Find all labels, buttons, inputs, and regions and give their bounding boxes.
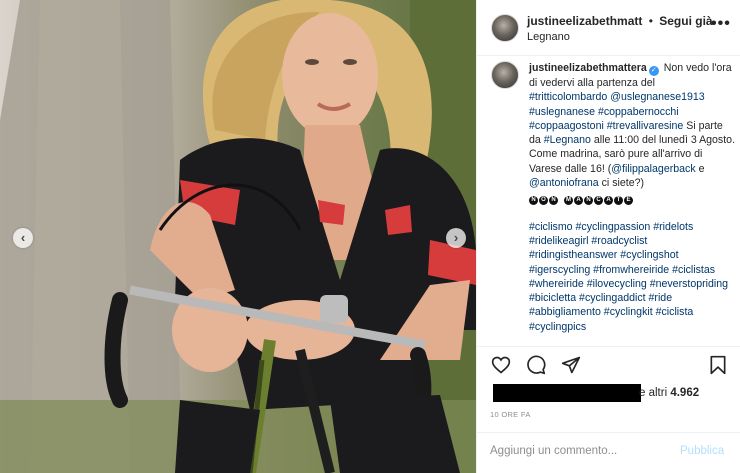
emoji-letter: O	[539, 196, 548, 206]
post-header: justineelizabethmatt • Segui già Legnano…	[477, 0, 740, 56]
hashtag-link[interactable]: #coppabernocchi	[598, 106, 679, 118]
caption-text-4: e	[698, 162, 705, 175]
caption-text: justineelizabethmattera ✓ Non vedo l'ora …	[529, 61, 735, 334]
emoji-letter: E	[624, 196, 633, 206]
caption-avatar[interactable]	[491, 61, 519, 89]
emoji-letter: N	[549, 196, 558, 206]
emoji-letters: NONMANCATE	[529, 191, 735, 206]
caption-text-5: ci siete?)	[601, 177, 644, 190]
redacted-name	[493, 384, 641, 402]
publish-button[interactable]: Pubblica	[680, 445, 724, 457]
hashtag-link[interactable]: #uslegnanese	[529, 106, 595, 118]
emoji-letter: T	[614, 196, 623, 206]
hashtag-list[interactable]: #ciclismo #cyclingpassion #ridelots #rid…	[529, 220, 735, 334]
heart-icon[interactable]	[491, 355, 511, 375]
header-username[interactable]: justineelizabethmatt	[527, 14, 642, 28]
likes-count: 4.962	[670, 387, 700, 399]
more-horizontal-icon[interactable]: •••	[711, 15, 731, 33]
mention-link[interactable]: @antoniofrana	[529, 177, 599, 189]
hashtag-link[interactable]: #coppaagostoni	[529, 120, 604, 132]
emoji-letter: M	[564, 196, 573, 206]
emoji-gap	[559, 192, 563, 201]
photo-illustration	[0, 0, 476, 473]
mention-link[interactable]: @uslegnanese1913	[610, 91, 704, 103]
hashtag-link[interactable]: #trevallivaresine	[607, 120, 684, 132]
verified-check-icon: ✓	[648, 66, 659, 76]
hashtag-link[interactable]: #Legnano	[544, 134, 591, 146]
avatar[interactable]	[491, 14, 519, 42]
post-photo[interactable]: ‹ ›	[0, 0, 476, 473]
paper-plane-icon[interactable]	[561, 355, 581, 375]
mention-link[interactable]: @filippalagerback	[611, 163, 695, 175]
emoji-letter: A	[604, 196, 613, 206]
follow-button[interactable]: Segui già	[659, 14, 712, 28]
header-separator: •	[648, 14, 653, 28]
likes-row[interactable]: e altri 4.962	[489, 384, 729, 404]
comment-bubble-icon[interactable]	[526, 355, 546, 375]
likes-text: e altri 4.962	[639, 387, 699, 399]
emoji-letter: A	[574, 196, 583, 206]
action-bar	[477, 348, 740, 382]
caption-section: justineelizabethmattera ✓ Non vedo l'ora …	[477, 57, 740, 347]
comment-input[interactable]	[490, 445, 670, 457]
header-user-row: justineelizabethmatt • Segui già	[527, 14, 713, 28]
post-sidebar: justineelizabethmatt • Segui già Legnano…	[476, 0, 740, 473]
post-timestamp[interactable]: 10 ORE FA	[490, 410, 531, 419]
likes-prefix: e altri	[639, 387, 668, 399]
caption-username[interactable]: justineelizabethmattera	[529, 62, 647, 74]
emoji-letter: N	[529, 196, 538, 206]
chevron-right-icon[interactable]: ›	[446, 228, 466, 248]
location-link[interactable]: Legnano	[527, 31, 570, 43]
emoji-letter: N	[584, 196, 593, 206]
chevron-left-icon[interactable]: ‹	[13, 228, 33, 248]
emoji-letter: C	[594, 196, 603, 206]
hashtag-link[interactable]: #tritticolombardo	[529, 91, 607, 103]
bookmark-icon[interactable]	[708, 355, 728, 375]
comment-box: Pubblica	[477, 432, 740, 473]
